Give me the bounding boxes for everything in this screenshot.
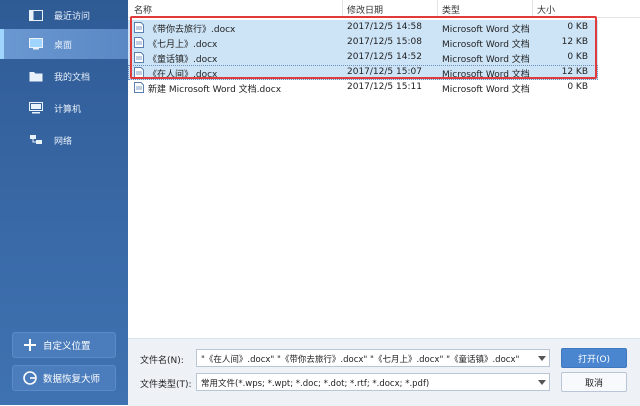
- file-name: 《在人间》.docx: [148, 70, 218, 80]
- add-custom-location-button[interactable]: 自定义位置: [12, 332, 116, 358]
- sidebar-item-network[interactable]: 网络: [0, 125, 128, 155]
- column-date[interactable]: 修改日期: [347, 3, 383, 16]
- bottom-panel: 文件名(N): "《在人间》.docx" "《带你去旅行》.docx" "《七月…: [128, 338, 640, 406]
- file-type: Microsoft Word 文档: [442, 40, 530, 50]
- chevron-down-icon: [538, 355, 546, 361]
- column-name[interactable]: 名称: [134, 3, 152, 16]
- plus-icon: [23, 338, 37, 352]
- word-document-icon: [134, 67, 144, 78]
- file-type: Microsoft Word 文档: [442, 25, 530, 35]
- file-date: 2017/12/5 14:52: [347, 52, 422, 62]
- file-list: 名称 修改日期 类型 大小 《带你去旅行》.docx 2017/12/5 14:…: [128, 0, 640, 338]
- data-recovery-button[interactable]: 数据恢复大师: [12, 365, 116, 391]
- filename-dropdown-button[interactable]: [534, 349, 550, 367]
- filetype-label: 文件类型(T):: [140, 380, 192, 390]
- file-row[interactable]: 《带你去旅行》.docx 2017/12/5 14:58 Microsoft W…: [128, 20, 598, 35]
- column-divider[interactable]: [532, 0, 533, 17]
- sidebar-item-desktop[interactable]: 桌面: [0, 29, 128, 59]
- file-name: 《七月上》.docx: [148, 40, 218, 50]
- file-size: 0 KB: [567, 82, 588, 92]
- file-type: Microsoft Word 文档: [442, 70, 530, 80]
- file-date: 2017/12/5 14:58: [347, 22, 422, 32]
- word-document-icon: [134, 37, 144, 48]
- filetype-select[interactable]: 常用文件(*.wps; *.wpt; *.doc; *.dot; *.rtf; …: [196, 373, 550, 391]
- file-size: 12 KB: [561, 67, 588, 77]
- data-recovery-label: 数据恢复大师: [43, 374, 101, 385]
- open-button[interactable]: 打开(O): [561, 348, 627, 368]
- file-size: 0 KB: [567, 22, 588, 32]
- file-size: 0 KB: [567, 52, 588, 62]
- word-document-icon: [134, 22, 144, 33]
- file-name: 新建 Microsoft Word 文档.docx: [148, 85, 282, 95]
- computer-icon: [28, 101, 44, 115]
- recent-folder-icon: [28, 8, 44, 22]
- word-document-icon: [134, 82, 144, 93]
- sidebar-item-label: 我的文档: [54, 72, 91, 83]
- filename-input[interactable]: "《在人间》.docx" "《带你去旅行》.docx" "《七月上》.docx"…: [196, 349, 550, 367]
- file-name: 《带你去旅行》.docx: [148, 25, 236, 35]
- column-size[interactable]: 大小: [537, 3, 555, 16]
- recovery-logo-icon: [23, 371, 37, 385]
- filename-label: 文件名(N):: [140, 356, 184, 366]
- file-name: 《童话镇》.docx: [148, 55, 218, 65]
- file-type: Microsoft Word 文档: [442, 55, 530, 65]
- file-date: 2017/12/5 15:07: [347, 67, 422, 77]
- file-row[interactable]: 《七月上》.docx 2017/12/5 15:08 Microsoft Wor…: [128, 35, 598, 50]
- column-divider[interactable]: [437, 0, 438, 17]
- sidebar-item-computer[interactable]: 计算机: [0, 93, 128, 123]
- sidebar-item-label: 最近访问: [54, 11, 91, 22]
- file-type: Microsoft Word 文档: [442, 85, 530, 95]
- column-header: 名称 修改日期 类型 大小: [128, 0, 640, 18]
- file-size: 12 KB: [561, 37, 588, 47]
- file-date: 2017/12/5 15:08: [347, 37, 422, 47]
- sidebar-item-label: 桌面: [54, 40, 73, 51]
- sidebar-item-label: 计算机: [54, 104, 82, 115]
- chevron-down-icon: [538, 379, 546, 385]
- column-type[interactable]: 类型: [442, 3, 460, 16]
- filetype-dropdown-button[interactable]: [534, 373, 550, 391]
- word-document-icon: [134, 52, 144, 63]
- file-row[interactable]: 新建 Microsoft Word 文档.docx 2017/12/5 15:1…: [128, 80, 598, 95]
- file-row[interactable]: 《在人间》.docx 2017/12/5 15:07 Microsoft Wor…: [128, 65, 598, 80]
- folder-icon: [28, 69, 44, 83]
- sidebar-item-recent[interactable]: 最近访问: [0, 0, 128, 30]
- sidebar: 最近访问 桌面 我的文档 计算机 网络 自定义位置 数据恢复大师: [0, 0, 128, 405]
- desktop-icon: [28, 37, 44, 51]
- add-custom-location-label: 自定义位置: [43, 341, 91, 352]
- column-divider[interactable]: [342, 0, 343, 17]
- network-icon: [28, 133, 44, 147]
- file-date: 2017/12/5 15:11: [347, 82, 422, 92]
- cancel-button[interactable]: 取消: [561, 372, 627, 392]
- sidebar-item-label: 网络: [54, 136, 73, 147]
- file-row[interactable]: 《童话镇》.docx 2017/12/5 14:52 Microsoft Wor…: [128, 50, 598, 65]
- sidebar-item-documents[interactable]: 我的文档: [0, 61, 128, 91]
